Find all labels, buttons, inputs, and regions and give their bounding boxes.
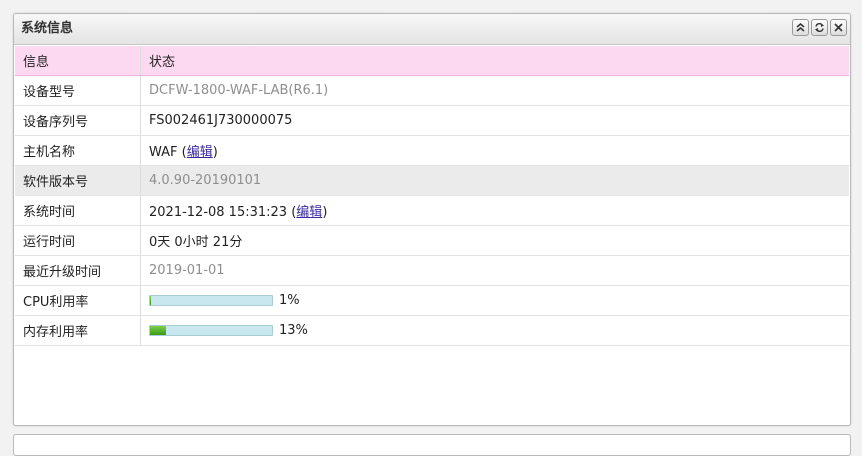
close-button[interactable] [830,19,847,36]
table-row: 主机名称 WAF (编辑) [15,135,849,166]
refresh-icon [814,22,825,33]
system-info-panel: 系统信息 信息 状态 设备型号 DCFW-1800-WAF-LAB(R6.1) … [13,13,851,426]
panel-header-buttons [792,19,847,36]
cpu-usage-value: 1% [279,293,300,308]
cpu-usage: 1% [149,293,841,308]
row-value-systime-cell: 2021-12-08 15:31:23 (编辑) [140,195,849,226]
column-header-info: 信息 [15,46,141,76]
row-label-serial: 设备序列号 [15,105,141,136]
row-value-upgrade: 2019-01-01 [140,255,849,286]
row-label-hostname: 主机名称 [15,135,141,166]
table-row: 运行时间 0天 0小时 21分 [15,225,849,256]
memory-usage: 13% [149,323,841,338]
row-label-model: 设备型号 [15,75,141,106]
refresh-button[interactable] [811,19,828,36]
table-row: CPU利用率 1% [15,285,849,316]
row-label-mem: 内存利用率 [15,315,141,346]
row-label-upgrade: 最近升级时间 [15,255,141,286]
row-label-uptime: 运行时间 [15,225,141,256]
table-header-row: 信息 状态 [15,46,849,76]
memory-usage-bar-fill [150,326,166,335]
row-value-model: DCFW-1800-WAF-LAB(R6.1) [140,75,849,106]
table-row: 软件版本号 4.0.90-20190101 [15,165,849,196]
row-value-serial: FS002461J730000075 [140,105,849,136]
table-row: 内存利用率 13% [15,315,849,346]
cpu-usage-bar-fill [150,296,152,305]
close-icon [833,22,844,33]
table-row: 设备序列号 FS002461J730000075 [15,105,849,136]
memory-usage-value: 13% [279,323,308,338]
table-row: 系统时间 2021-12-08 15:31:23 (编辑) [15,195,849,226]
panel-title: 系统信息 [21,21,74,36]
row-value-systime: 2021-12-08 15:31:23 [149,205,288,220]
table-row: 最近升级时间 2019-01-01 [15,255,849,286]
edit-systime-link[interactable]: 编辑 [296,205,322,220]
row-value-hostname-cell: WAF (编辑) [140,135,849,166]
system-info-table: 信息 状态 设备型号 DCFW-1800-WAF-LAB(R6.1) 设备序列号… [15,46,849,346]
row-value-software: 4.0.90-20190101 [140,165,849,196]
panel-header: 系统信息 [14,14,850,45]
table-row: 设备型号 DCFW-1800-WAF-LAB(R6.1) [15,75,849,106]
collapse-button[interactable] [792,19,809,36]
row-value-hostname: WAF [149,145,178,160]
column-header-status: 状态 [140,46,849,76]
cpu-usage-bar [149,295,273,306]
row-value-uptime: 0天 0小时 21分 [140,225,849,256]
row-label-software: 软件版本号 [15,165,141,196]
memory-usage-bar [149,325,273,336]
next-panel-edge [13,434,851,456]
double-chevron-up-icon [795,22,806,33]
row-label-systime: 系统时间 [15,195,141,226]
row-label-cpu: CPU利用率 [15,285,141,316]
edit-hostname-link[interactable]: 编辑 [187,145,213,160]
